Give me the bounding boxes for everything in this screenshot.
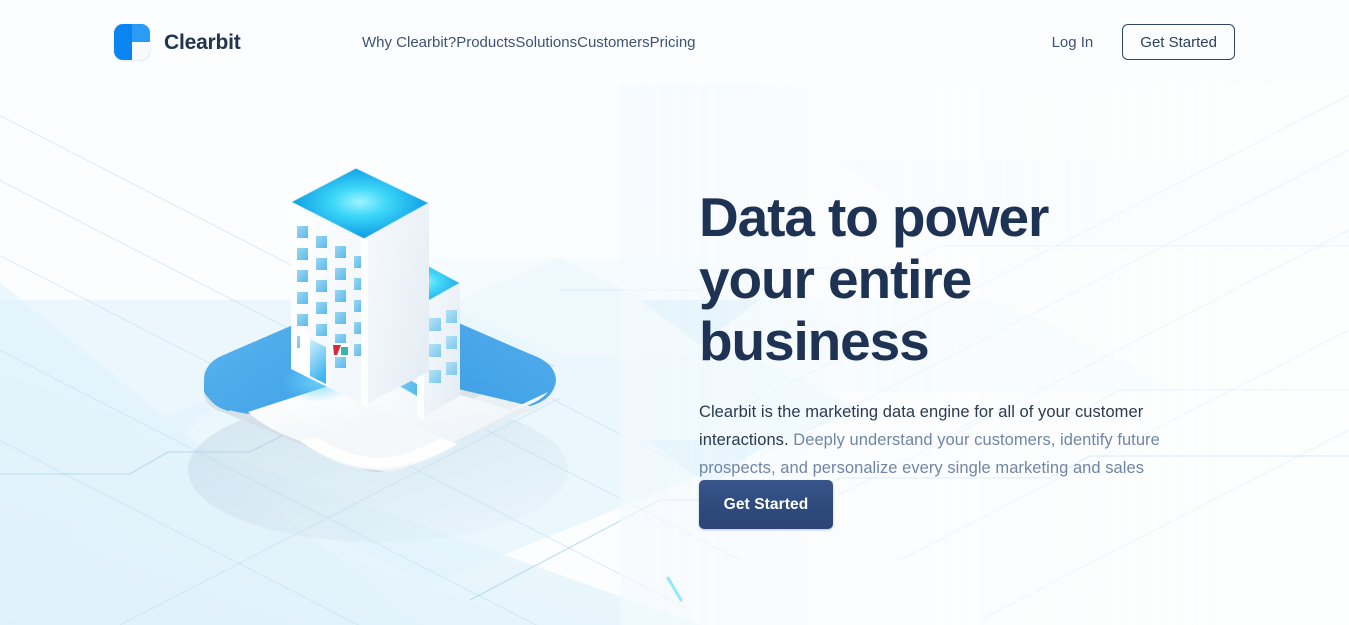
primary-navigation: Why Clearbit? Products Solutions Custome… (362, 0, 696, 84)
nav-products[interactable]: Products (456, 35, 515, 50)
clearbit-logo-icon (114, 24, 150, 60)
brand-logo-link[interactable]: Clearbit (114, 24, 241, 60)
hero-title: Data to power your entire business (699, 186, 1049, 372)
header-actions: Log In Get Started (1052, 0, 1235, 84)
hero-get-started-button[interactable]: Get Started (699, 480, 833, 529)
nav-pricing[interactable]: Pricing (650, 35, 696, 50)
site-header: Clearbit Why Clearbit? Products Solution… (0, 0, 1349, 84)
log-in-link[interactable]: Log In (1052, 35, 1094, 50)
nav-customers[interactable]: Customers (577, 35, 650, 50)
page-root: Clearbit Why Clearbit? Products Solution… (0, 0, 1349, 625)
hero-section: Data to power your entire business Clear… (0, 0, 1349, 625)
hero-copy: Data to power your entire business Clear… (699, 186, 1199, 510)
brand-name: Clearbit (164, 30, 241, 54)
header-get-started-button[interactable]: Get Started (1122, 24, 1235, 60)
nav-solutions[interactable]: Solutions (515, 35, 577, 50)
nav-why-clearbit[interactable]: Why Clearbit? (362, 35, 456, 50)
